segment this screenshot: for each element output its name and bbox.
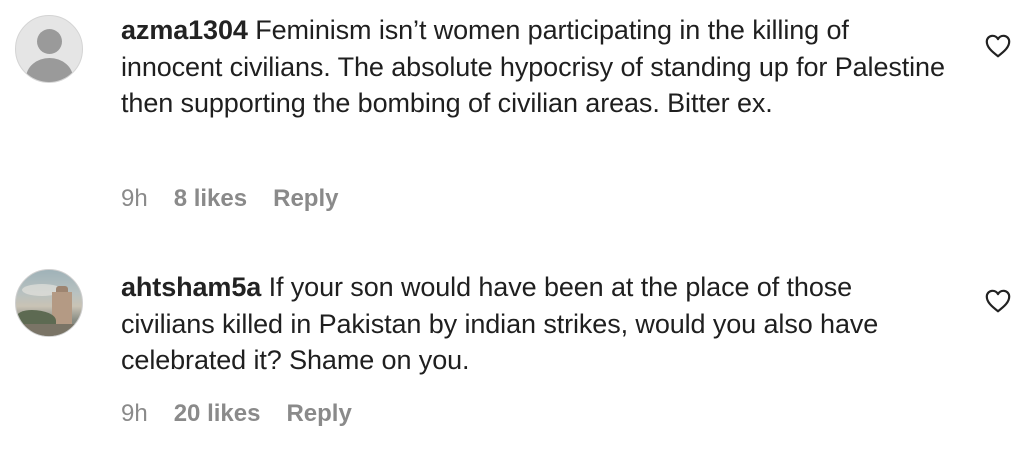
comment-body: ahtsham5a If your son would have been at… — [121, 269, 951, 379]
comment-likes[interactable]: 20 likes — [174, 400, 261, 428]
default-profile-icon — [37, 29, 62, 54]
comment-likes[interactable]: 8 likes — [174, 185, 247, 213]
comment-meta: 9h 8 likes Reply — [121, 185, 338, 213]
comment-time[interactable]: 9h — [121, 185, 148, 213]
comment-body: azma1304 Feminism isn’t women participat… — [121, 12, 951, 122]
comment-meta: 9h 20 likes Reply — [121, 400, 352, 428]
comment-item: azma1304 Feminism isn’t women participat… — [0, 0, 1025, 240]
avatar[interactable] — [15, 15, 83, 83]
comment-item: ahtsham5a If your son would have been at… — [0, 255, 1025, 453]
heart-outline-icon[interactable] — [985, 34, 1011, 58]
comment-time[interactable]: 9h — [121, 400, 148, 428]
heart-outline-icon[interactable] — [985, 289, 1011, 313]
avatar[interactable] — [15, 269, 83, 337]
reply-button[interactable]: Reply — [286, 400, 351, 428]
comment-username[interactable]: azma1304 — [121, 15, 248, 45]
reply-button[interactable]: Reply — [273, 185, 338, 213]
comment-username[interactable]: ahtsham5a — [121, 272, 261, 302]
